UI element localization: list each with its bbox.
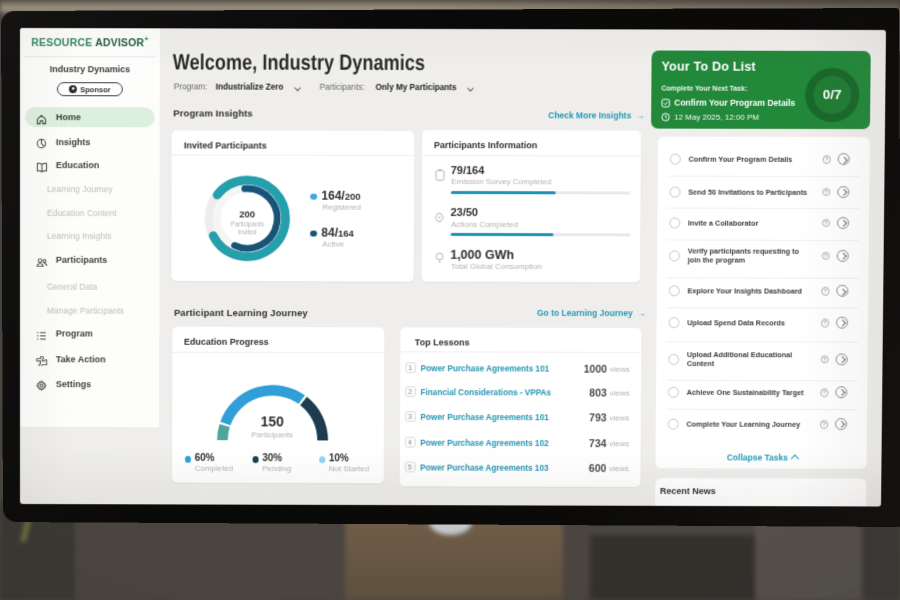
svg-text:200: 200 (240, 209, 256, 220)
svg-text:Invited: Invited (238, 229, 257, 236)
svg-text:Participants: Participants (231, 221, 264, 228)
